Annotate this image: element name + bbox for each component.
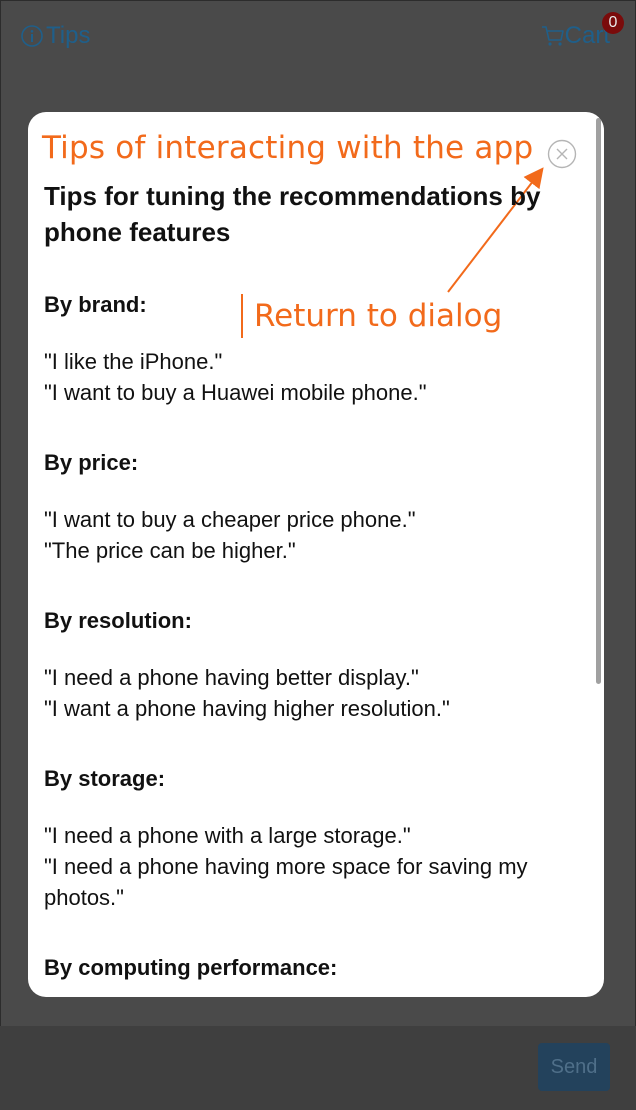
section-heading: By resolution:	[44, 608, 192, 633]
top-bar: Tips Cart 0	[0, 0, 636, 70]
section-heading: By storage:	[44, 766, 166, 791]
dialog-content: Tips for tuning the recommendations by p…	[44, 178, 564, 997]
section-brand: By brand: "I like the iPhone." "I want t…	[44, 290, 564, 408]
tips-label: Tips	[46, 22, 91, 49]
section-heading: By price:	[44, 450, 139, 475]
example-text: "I need a phone having more space for sa…	[44, 854, 528, 910]
close-circle-icon[interactable]	[547, 139, 577, 169]
section-resolution: By resolution: "I need a phone having be…	[44, 606, 564, 724]
cart-icon	[541, 26, 564, 46]
dialog-scrollbar[interactable]	[596, 118, 601, 684]
cart-count-badge: 0	[602, 12, 624, 34]
example-text: "The price can be higher."	[44, 538, 296, 563]
example-text: "I need a phone with a large storage."	[44, 823, 411, 848]
example-text: "I like the iPhone."	[44, 349, 223, 374]
example-text: "I need a phone having better display."	[44, 665, 419, 690]
section-heading: By computing performance:	[44, 955, 338, 980]
example-text: "I want a phone having higher resolution…	[44, 696, 450, 721]
tips-link[interactable]: Tips	[20, 22, 90, 50]
section-price: By price: "I want to buy a cheaper price…	[44, 448, 564, 566]
dialog-title: Tips for tuning the recommendations by p…	[44, 181, 541, 247]
section-storage: By storage: "I need a phone with a large…	[44, 764, 564, 913]
section-heading: By brand:	[44, 292, 147, 317]
example-text: "I want to buy a Huawei mobile phone."	[44, 380, 427, 405]
tips-dialog: Tips of interacting with the app Return …	[28, 112, 604, 997]
annotation-title: Tips of interacting with the app	[42, 130, 534, 166]
cart-link[interactable]: Cart 0	[541, 12, 624, 50]
info-circle-icon	[21, 25, 43, 47]
send-button[interactable]: Send	[538, 1043, 610, 1091]
example-text: "I want to buy a cheaper price phone."	[44, 507, 416, 532]
section-performance: By computing performance:	[44, 953, 564, 983]
